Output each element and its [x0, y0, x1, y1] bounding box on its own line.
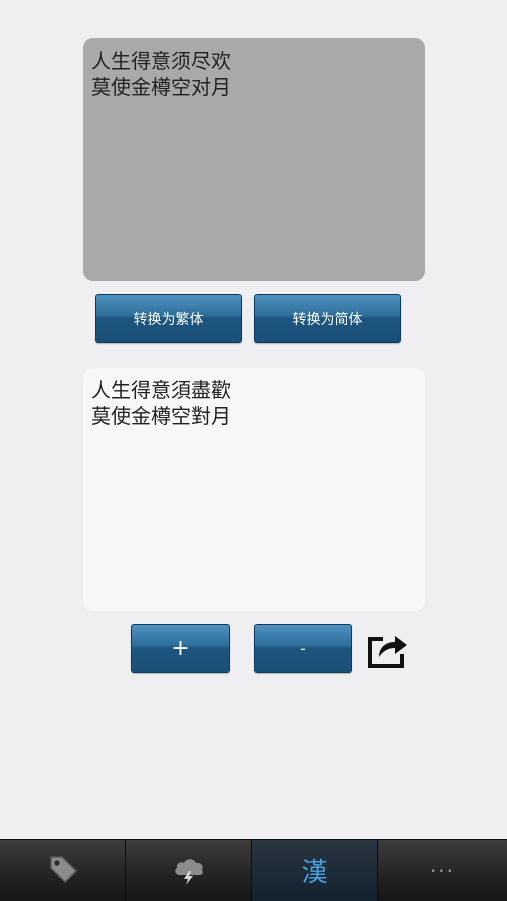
convert-to-traditional-button[interactable]: 转换为繁体 [95, 294, 242, 343]
tab-tags[interactable] [0, 840, 126, 901]
decrease-font-button[interactable]: - [254, 624, 352, 673]
tab-convert[interactable]: 漢 [252, 840, 378, 901]
tab-more[interactable]: ··· [378, 840, 507, 901]
more-icon: ··· [429, 858, 456, 883]
increase-font-button[interactable]: + [131, 624, 230, 673]
convert-to-simplified-button[interactable]: 转换为简体 [254, 294, 401, 343]
cloud-lightning-icon [172, 853, 206, 889]
simplified-text-input[interactable]: 人生得意须尽欢 莫使金樽空对月 [83, 38, 425, 281]
converted-text-output[interactable]: 人生得意須盡歡 莫使金樽空對月 [83, 368, 425, 611]
bottom-tab-bar: 漢 ··· [0, 839, 507, 901]
tag-icon [47, 853, 79, 889]
share-icon[interactable] [365, 628, 409, 670]
tab-cloud[interactable] [126, 840, 252, 901]
han-character-icon: 漢 [301, 858, 328, 888]
